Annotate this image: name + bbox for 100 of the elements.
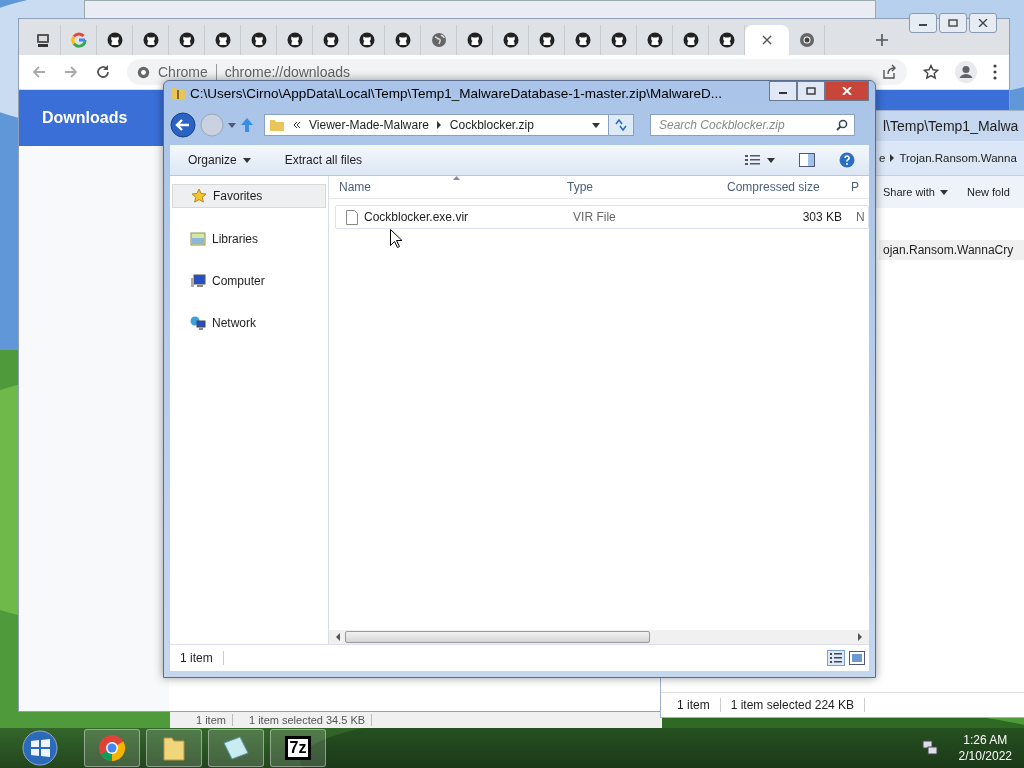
cat-icon — [682, 32, 699, 48]
clock[interactable]: 1:26 AM 2/10/2022 — [958, 732, 1012, 764]
window-title: l\Temp\Temp1_Malwa — [883, 118, 1019, 134]
taskbar-button[interactable] — [146, 729, 202, 767]
page-title: Downloads — [42, 109, 128, 127]
cat-icon — [178, 32, 195, 48]
start-button[interactable] — [22, 730, 58, 766]
star-icon — [191, 188, 207, 204]
table-cell-text: VIR File — [572, 210, 617, 224]
folder-icon — [170, 86, 186, 100]
maximize-button[interactable] — [797, 81, 825, 101]
network-icon — [190, 315, 206, 331]
cat-icon — [106, 32, 123, 48]
maximize-icon — [806, 87, 816, 95]
close-icon[interactable] — [762, 35, 772, 45]
table-cell-text: 303 KB — [801, 210, 844, 224]
breadcrumb-item[interactable]: e — [879, 152, 886, 164]
nav-item[interactable]: Libraries — [172, 228, 326, 250]
status-text: 1 item — [190, 714, 233, 726]
maximize-button[interactable] — [939, 13, 967, 33]
cat-icon — [466, 32, 483, 48]
star-icon[interactable] — [923, 64, 939, 80]
file-row[interactable]: Cockblocker.exe.vir VIR File 303 KB N — [335, 205, 869, 229]
status-text: 1 item — [677, 698, 721, 712]
status-text: 1 item selected 224 KB — [730, 698, 866, 712]
profile-icon[interactable] — [955, 61, 977, 83]
address-bar[interactable]: Viewer-Made-Malware Cockblocker.zip — [264, 114, 634, 136]
details-view-icon[interactable] — [827, 650, 845, 666]
cat-icon — [502, 32, 519, 48]
colored-ring-icon — [70, 32, 87, 48]
folder-icon — [162, 734, 186, 762]
cat-icon — [358, 32, 375, 48]
column-header[interactable]: Compressed size — [719, 180, 843, 194]
nav-item[interactable]: Network — [172, 312, 326, 334]
cat-icon — [646, 32, 663, 48]
cat-icon — [718, 32, 735, 48]
help-icon[interactable] — [839, 152, 855, 168]
reload-icon[interactable] — [95, 64, 111, 80]
search-icon — [836, 119, 848, 131]
minimize-button[interactable] — [909, 13, 937, 33]
refresh-icon — [614, 119, 628, 131]
toolbar-button[interactable]: Share with — [883, 186, 935, 198]
taskbar-button[interactable] — [208, 729, 264, 767]
file-row[interactable]: ojan.Ransom.WannaCry — [879, 240, 1024, 260]
breadcrumb-item[interactable]: Trojan.Ransom.Wanna — [899, 152, 1017, 164]
app-icon — [34, 32, 51, 48]
back-button[interactable] — [170, 112, 196, 138]
organize-menu[interactable]: Organize — [188, 153, 237, 167]
preview-pane-icon[interactable] — [799, 153, 815, 167]
close-icon — [978, 19, 988, 27]
cursor-icon — [390, 229, 402, 248]
column-header[interactable]: Name — [329, 180, 559, 194]
cat-icon — [574, 32, 591, 48]
close-button[interactable] — [969, 13, 997, 33]
chrome-icon — [98, 734, 126, 762]
breadcrumb-item[interactable]: Cockblocker.zip — [449, 118, 534, 132]
column-header[interactable]: Type — [559, 180, 719, 194]
view-list-icon[interactable] — [745, 154, 761, 166]
share-icon[interactable] — [881, 64, 897, 80]
taskbar-button[interactable] — [84, 729, 140, 767]
close-icon — [842, 87, 852, 95]
computer-icon — [190, 274, 206, 288]
scroll-left-icon[interactable] — [335, 633, 341, 641]
cat-icon — [610, 32, 627, 48]
breadcrumb-item[interactable]: Viewer-Made-Malware — [309, 118, 429, 132]
menu-icon[interactable] — [993, 64, 997, 80]
caret-icon[interactable] — [592, 122, 600, 128]
archive-app-icon: 7z — [284, 736, 312, 760]
status-text: 1 item — [170, 651, 224, 665]
cat-icon — [286, 32, 303, 48]
site-label: Chrome — [158, 64, 208, 80]
chevron-icon — [436, 121, 442, 129]
toolbar-button[interactable]: New fold — [967, 186, 1010, 198]
nav-item[interactable]: Favorites — [172, 184, 326, 208]
refresh-button[interactable] — [608, 115, 633, 135]
caret-icon[interactable] — [767, 157, 775, 163]
status-text: 1 item selected 34.5 KB — [242, 714, 373, 726]
scroll-right-icon[interactable] — [857, 633, 863, 641]
column-header[interactable]: P — [843, 180, 863, 194]
caret-icon — [940, 189, 948, 195]
file-name: ojan.Ransom.WannaCry — [883, 243, 1014, 257]
search-field[interactable]: Search Cockblocker.zip — [650, 114, 855, 136]
library-icon — [190, 232, 206, 246]
chevron-icon — [889, 154, 896, 162]
cat-icon — [322, 32, 339, 48]
cat-icon — [214, 32, 231, 48]
chrome-icon — [137, 65, 150, 79]
network-icon[interactable] — [920, 739, 939, 757]
double-chevron-icon — [293, 122, 301, 128]
folder-icon — [269, 118, 285, 132]
close-button[interactable] — [825, 81, 869, 101]
cat-icon — [142, 32, 159, 48]
nav-item[interactable]: Computer — [172, 270, 326, 292]
minimize-button[interactable] — [769, 81, 797, 101]
taskbar-button[interactable]: 7z — [270, 729, 326, 767]
globe-icon — [430, 32, 447, 48]
scrollbar[interactable] — [329, 630, 869, 644]
extract-button[interactable]: Extract all files — [284, 153, 363, 167]
new-tab-icon[interactable] — [875, 33, 889, 47]
thumbnail-view-icon[interactable] — [849, 651, 865, 665]
